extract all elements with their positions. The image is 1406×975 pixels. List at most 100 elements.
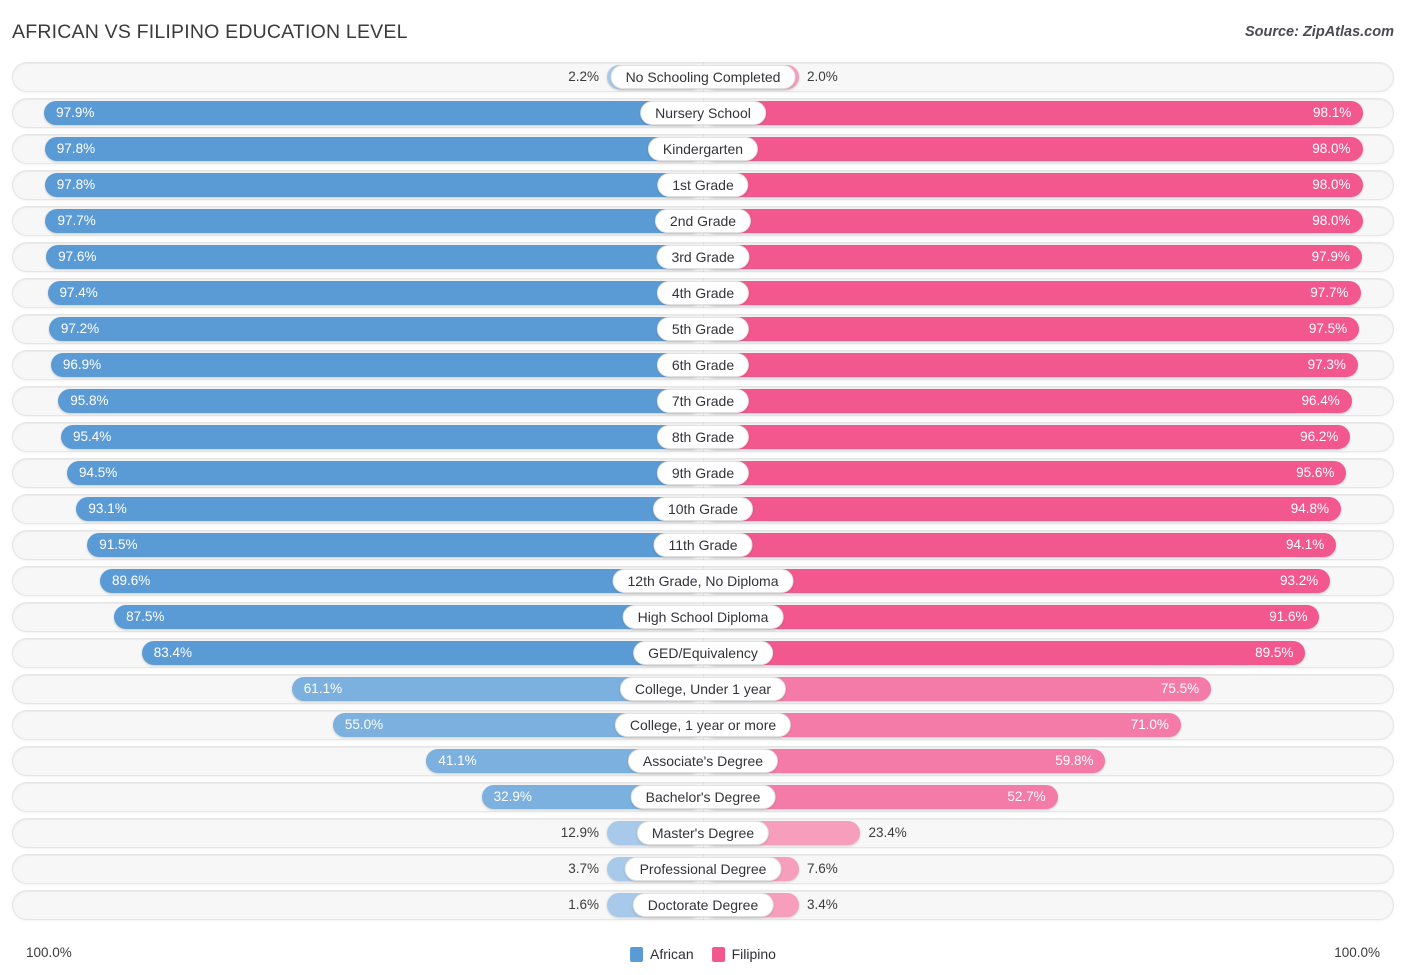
african-value-label: 95.8% xyxy=(70,393,109,408)
african-value-label: 97.4% xyxy=(59,285,98,300)
chart-row: 91.5% 94.1% 11th Grade xyxy=(12,530,1394,560)
filipino-value-label: 94.1% xyxy=(1286,537,1325,552)
category-label[interactable]: 9th Grade xyxy=(656,461,750,485)
african-bar[interactable] xyxy=(114,605,703,629)
chart-row: 96.9% 97.3% 6th Grade xyxy=(12,350,1394,380)
african-bar-area xyxy=(12,245,703,269)
african-bar[interactable] xyxy=(141,641,703,665)
african-bar-area xyxy=(12,785,703,809)
african-bar[interactable] xyxy=(50,353,703,377)
african-bar[interactable] xyxy=(87,533,703,557)
filipino-bar[interactable] xyxy=(703,497,1341,521)
legend-label-african: African xyxy=(650,946,694,962)
chart-row: 97.9% 98.1% Nursery School xyxy=(12,98,1394,128)
chart-row: 32.9% 52.7% Bachelor's Degree xyxy=(12,782,1394,812)
filipino-value-label: 7.6% xyxy=(807,861,838,876)
african-bar-area xyxy=(12,137,703,161)
filipino-bar[interactable] xyxy=(703,641,1306,665)
filipino-bar[interactable] xyxy=(703,353,1358,377)
filipino-value-label: 97.5% xyxy=(1308,321,1348,336)
african-bar[interactable] xyxy=(44,173,703,197)
category-label[interactable]: High School Diploma xyxy=(622,605,784,629)
category-label[interactable]: Professional Degree xyxy=(624,857,782,881)
filipino-bar[interactable] xyxy=(703,281,1361,305)
filipino-bar-area xyxy=(703,713,1394,737)
african-bar[interactable] xyxy=(44,137,703,161)
filipino-bar[interactable] xyxy=(703,569,1331,593)
african-bar[interactable] xyxy=(46,245,703,269)
african-bar[interactable] xyxy=(45,209,703,233)
filipino-bar-area xyxy=(703,425,1394,449)
filipino-bar[interactable] xyxy=(703,245,1362,269)
chart-row: 97.7% 98.0% 2nd Grade xyxy=(12,206,1394,236)
african-value-label: 3.7% xyxy=(568,861,599,876)
category-label[interactable]: 4th Grade xyxy=(656,281,750,305)
filipino-bar[interactable] xyxy=(703,209,1363,233)
filipino-bar[interactable] xyxy=(703,533,1337,557)
filipino-value-label: 91.6% xyxy=(1269,609,1308,624)
chart-row: 1.6% 3.4% Doctorate Degree xyxy=(12,890,1394,920)
category-label[interactable]: College, 1 year or more xyxy=(614,713,792,737)
axis-left-max: 100.0% xyxy=(26,945,72,960)
chart-row: 3.7% 7.6% Professional Degree xyxy=(12,854,1394,884)
category-label[interactable]: 1st Grade xyxy=(657,173,749,197)
category-label[interactable]: 2nd Grade xyxy=(654,209,752,233)
filipino-bar[interactable] xyxy=(703,317,1360,341)
category-label[interactable]: 8th Grade xyxy=(656,425,750,449)
filipino-bar[interactable] xyxy=(703,605,1320,629)
african-bar[interactable] xyxy=(76,497,703,521)
category-label[interactable]: Kindergarten xyxy=(647,137,759,161)
filipino-bar-area xyxy=(703,353,1394,377)
category-label[interactable]: 3rd Grade xyxy=(656,245,750,269)
category-label[interactable]: Associate's Degree xyxy=(627,749,779,773)
category-label[interactable]: 5th Grade xyxy=(656,317,750,341)
chart-row: 2.2% 2.0% No Schooling Completed xyxy=(12,62,1394,92)
african-bar-area xyxy=(12,101,703,125)
filipino-value-label: 96.2% xyxy=(1300,429,1339,444)
african-bar[interactable] xyxy=(60,425,703,449)
african-bar-area xyxy=(12,209,703,233)
filipino-bar[interactable] xyxy=(703,173,1363,197)
filipino-value-label: 97.7% xyxy=(1310,285,1349,300)
category-label[interactable]: 10th Grade xyxy=(652,497,754,521)
category-label[interactable]: College, Under 1 year xyxy=(619,677,787,701)
african-bar[interactable] xyxy=(44,101,703,125)
filipino-value-label: 23.4% xyxy=(868,825,907,840)
african-bar[interactable] xyxy=(67,461,703,485)
african-value-label: 91.5% xyxy=(99,537,138,552)
category-label[interactable]: GED/Equivalency xyxy=(633,641,773,665)
chart-row: 97.2% 97.5% 5th Grade xyxy=(12,314,1394,344)
african-bar-area xyxy=(12,641,703,665)
category-label[interactable]: No Schooling Completed xyxy=(610,65,796,89)
category-label[interactable]: 11th Grade xyxy=(653,533,753,557)
filipino-bar[interactable] xyxy=(703,461,1347,485)
african-value-label: 97.8% xyxy=(56,177,96,192)
chart-row: 94.5% 95.6% 9th Grade xyxy=(12,458,1394,488)
african-value-label: 95.4% xyxy=(72,429,112,444)
category-label[interactable]: 12th Grade, No Diploma xyxy=(612,569,794,593)
chart-header: AFRICAN VS FILIPINO EDUCATION LEVEL Sour… xyxy=(0,0,1406,62)
african-bar-area xyxy=(12,857,703,881)
category-label[interactable]: Nursery School xyxy=(640,101,766,125)
category-label[interactable]: 6th Grade xyxy=(656,353,750,377)
african-bar-area xyxy=(12,749,703,773)
filipino-bar-area xyxy=(703,461,1394,485)
category-label[interactable]: 7th Grade xyxy=(656,389,750,413)
filipino-bar[interactable] xyxy=(703,389,1352,413)
category-label[interactable]: Master's Degree xyxy=(636,821,770,845)
legend-item-african[interactable]: African xyxy=(630,946,694,962)
category-label[interactable]: Doctorate Degree xyxy=(632,893,774,917)
legend-item-filipino[interactable]: Filipino xyxy=(711,946,776,962)
source-attribution: Source: ZipAtlas.com xyxy=(1244,24,1394,40)
chart-footer: 100.0% African Filipino 100.0% xyxy=(12,943,1394,965)
african-value-label: 96.9% xyxy=(62,357,102,372)
african-bar-area xyxy=(12,173,703,197)
filipino-bar[interactable] xyxy=(703,101,1364,125)
filipino-bar-area xyxy=(703,209,1394,233)
african-bar[interactable] xyxy=(58,389,703,413)
filipino-bar[interactable] xyxy=(703,425,1351,449)
category-label[interactable]: Bachelor's Degree xyxy=(630,785,776,809)
filipino-bar[interactable] xyxy=(703,137,1363,161)
african-bar[interactable] xyxy=(47,281,703,305)
african-bar[interactable] xyxy=(48,317,703,341)
